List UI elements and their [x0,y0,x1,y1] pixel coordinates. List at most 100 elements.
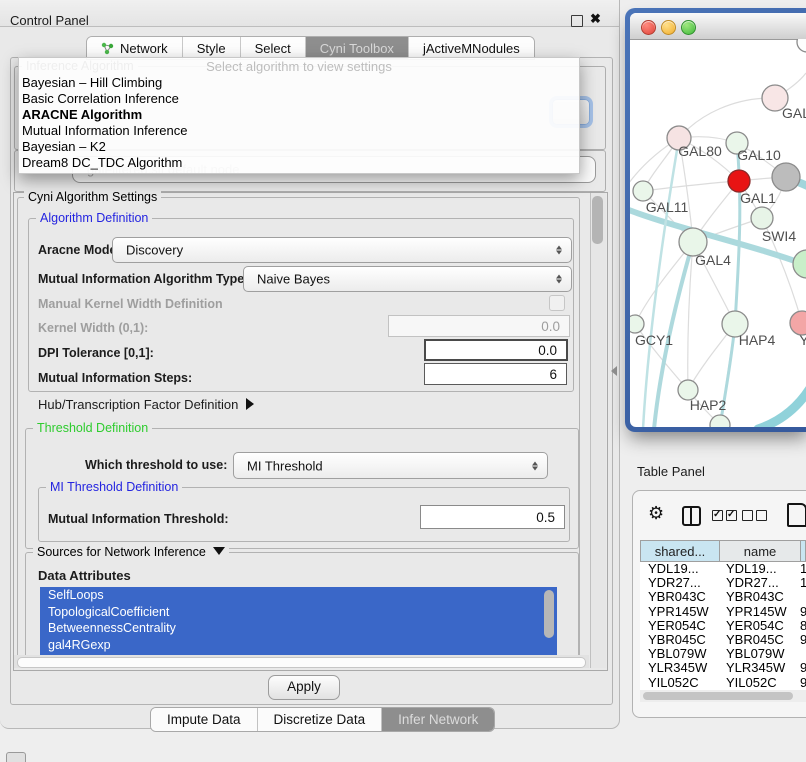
svg-text:GAL10: GAL10 [737,147,781,163]
zoom-window-icon[interactable] [681,20,696,35]
checked-box-icon: ✓ [726,510,737,521]
network-window-titlebar[interactable] [630,13,806,40]
node-swi4[interactable] [751,207,773,229]
node-partial-top[interactable] [797,39,806,52]
list-item-topologicalcoefficient[interactable]: TopologicalCoefficient [40,604,557,621]
close-panel-icon[interactable]: ✖ [590,11,601,27]
which-threshold-combobox[interactable]: MI Threshold [233,452,548,479]
algorithm-option-basic-correlation[interactable]: Basic Correlation Inference [19,91,579,107]
tab-jactivemnodules[interactable]: jActiveMNodules [409,37,534,59]
combo-arrows-icon [556,245,562,256]
table-row[interactable]: YDL19...YDL19...13 [640,562,806,576]
attribute-list-scrollbar-thumb[interactable] [544,590,554,638]
sources-group-title: Sources for Network Inference [37,545,206,559]
dpi-tolerance-field[interactable]: 0.0 [424,339,568,361]
column-divider [690,508,692,524]
combo-arrows-icon [532,460,538,471]
tab-discretize-data[interactable]: Discretize Data [258,708,383,731]
list-item-betweennesscentrality[interactable]: BetweennessCentrality [40,620,557,637]
node-gcy1[interactable] [630,315,644,333]
settings-horizontal-scrollbar-thumb[interactable] [17,657,586,668]
algorithm-option-bayesian-hill-climbing[interactable]: Bayesian – Hill Climbing [19,75,579,91]
network-edges [630,73,806,425]
network-canvas[interactable]: GAL80 GAL10 GAL1 GAL11 SWI4 GAL4 GAL GCY… [630,39,806,427]
svg-text:GAL11: GAL11 [646,199,689,215]
svg-text:Y: Y [799,332,806,348]
sources-group-header[interactable]: Sources for Network Inference [33,545,229,559]
svg-text:HAP2: HAP2 [690,397,727,413]
table-horizontal-scrollbar-thumb[interactable] [643,692,793,700]
tab-cyni-toolbox[interactable]: Cyni Toolbox [306,37,409,59]
algorithm-option-mutual-information[interactable]: Mutual Information Inference [19,123,579,139]
aracne-mode-combobox[interactable]: Discovery [112,237,572,263]
unchecked-box-icon [742,510,753,521]
algorithm-option-bayesian-k2[interactable]: Bayesian – K2 [19,139,579,155]
algorithm-definition-title: Algorithm Definition [36,211,152,225]
tab-impute-data-label: Impute Data [167,712,241,727]
node-gray[interactable] [772,163,800,191]
control-panel-titlebar [0,0,619,27]
aracne-mode-value: Discovery [126,243,183,258]
tab-select-label: Select [255,41,291,56]
column-layout-icon[interactable] [682,506,701,526]
tab-infer-network[interactable]: Infer Network [382,708,494,731]
column-header-shared-name[interactable]: shared... [640,540,720,562]
dpi-tolerance-label: DPI Tolerance [0,1]: [38,346,154,360]
svg-text:HAP4: HAP4 [739,332,776,348]
apply-button[interactable]: Apply [268,675,340,700]
tab-infer-network-label: Infer Network [398,712,478,727]
svg-text:GAL80: GAL80 [678,143,722,159]
network-view-content: GAL80 GAL10 GAL1 GAL11 SWI4 GAL4 GAL GCY… [630,13,806,427]
mi-steps-field[interactable]: 6 [424,363,567,385]
table-row[interactable]: YBL079WYBL079W [640,647,806,661]
combo-arrows-icon [556,274,562,285]
list-item-gal4rgexp[interactable]: gal4RGexp [40,637,557,654]
network-icon [101,42,114,55]
table-settings-gear-icon[interactable]: ⚙ [648,503,664,524]
table-row[interactable]: YBR045CYBR045C9. [640,633,806,647]
dropdown-prompt: Select algorithm to view settings [19,58,579,75]
settings-vertical-scrollbar-thumb[interactable] [592,196,603,244]
table-row[interactable]: YIL052CYIL052C9. [640,676,806,690]
list-item-selfloops[interactable]: SelfLoops [40,587,557,604]
algorithm-option-dream8[interactable]: Dream8 DC_TDC Algorithm [19,155,579,171]
svg-text:GAL: GAL [782,105,806,121]
splitter-grip-icon[interactable] [611,366,617,376]
new-table-icon[interactable] [787,503,806,527]
node-table: shared... name [640,540,806,562]
table-row[interactable]: YPR145WYPR145W9. [640,605,806,619]
close-window-icon[interactable] [641,20,656,35]
hub-definition-label: Hub/Transcription Factor Definition [38,397,238,412]
tab-select[interactable]: Select [241,37,306,59]
column-header-name[interactable]: name [719,540,801,562]
collapse-down-icon [213,547,225,555]
hub-definition-expander[interactable]: Hub/Transcription Factor Definition [38,397,254,412]
node-bottom[interactable] [710,415,730,427]
minimize-window-icon[interactable] [661,20,676,35]
node-green-right[interactable] [793,250,806,278]
column-header-third[interactable] [800,540,806,562]
tab-impute-data[interactable]: Impute Data [151,708,258,731]
algorithm-option-aracne[interactable]: ARACNE Algorithm [19,107,579,123]
which-threshold-label: Which threshold to use: [85,458,227,472]
mi-algorithm-type-value: Naive Bayes [257,272,330,287]
node-gal1-red[interactable] [728,170,750,192]
minimized-panel-button[interactable] [6,752,26,762]
table-row[interactable]: YER054CYER054C8. [640,619,806,633]
table-row[interactable]: YLR345WYLR345W9. [640,661,806,675]
settings-vertical-scrollbar [590,193,606,668]
table-row[interactable]: YDR27...YDR27...12 [640,576,806,590]
tab-style[interactable]: Style [183,37,241,59]
mi-algorithm-type-combobox[interactable]: Naive Bayes [243,266,572,292]
table-row[interactable]: YBR043CYBR043C [640,590,806,604]
node-gal11[interactable] [633,181,653,201]
deselect-all-columns-icon[interactable] [742,510,767,521]
data-attributes-label: Data Attributes [38,568,131,583]
select-all-columns-icon[interactable]: ✓ ✓ [712,510,737,521]
tab-network[interactable]: Network [87,37,183,59]
svg-text:GAL4: GAL4 [695,252,731,268]
data-attributes-list: SelfLoops TopologicalCoefficient Between… [40,587,557,655]
mi-threshold-field[interactable]: 0.5 [420,505,565,529]
float-window-icon[interactable] [571,15,583,27]
manual-kernel-width-checkbox[interactable] [549,295,565,311]
